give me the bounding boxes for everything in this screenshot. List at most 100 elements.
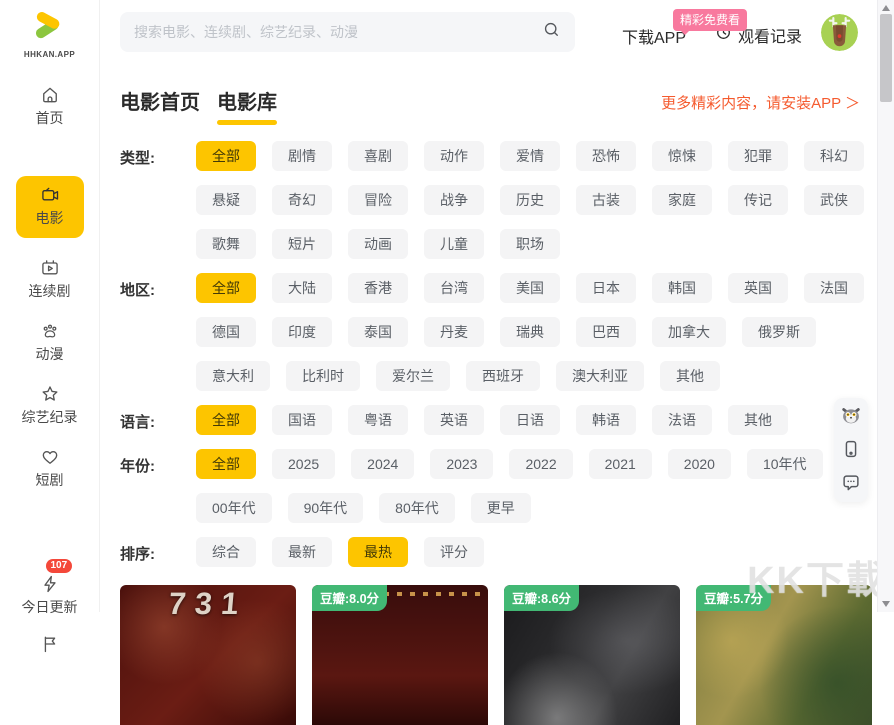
- filter-chip[interactable]: 00年代: [196, 493, 272, 523]
- filter-chip[interactable]: 国语: [272, 405, 332, 435]
- filter-chip[interactable]: 英语: [424, 405, 484, 435]
- filter-chip[interactable]: 美国: [500, 273, 560, 303]
- filter-chip[interactable]: 家庭: [652, 185, 712, 215]
- app-logo[interactable]: HHKAN.APP: [24, 8, 75, 59]
- filter-chip[interactable]: 日语: [500, 405, 560, 435]
- page-scrollbar[interactable]: [877, 0, 894, 612]
- filter-chip[interactable]: 2020: [667, 449, 731, 479]
- movie-poster[interactable]: 豆瓣:8.6分: [504, 585, 680, 725]
- filter-chip[interactable]: 悬疑: [196, 185, 256, 215]
- install-app-link[interactable]: 更多精彩内容，请安装APP ＞: [661, 92, 860, 113]
- filter-chip[interactable]: 西班牙: [466, 361, 540, 391]
- filter-chip[interactable]: 其他: [728, 405, 788, 435]
- filter-chip[interactable]: 儿童: [424, 229, 484, 259]
- filter-chip[interactable]: 德国: [196, 317, 256, 347]
- filter-chip[interactable]: 瑞典: [500, 317, 560, 347]
- filter-chip[interactable]: 犯罪: [728, 141, 788, 171]
- filter-chip[interactable]: 韩语: [576, 405, 636, 435]
- scrollbar-up-arrow-icon[interactable]: [882, 5, 890, 11]
- movie-poster[interactable]: 豆瓣:8.0分: [312, 585, 488, 725]
- filter-chip[interactable]: 意大利: [196, 361, 270, 391]
- filter-chip[interactable]: 巴西: [576, 317, 636, 347]
- home-icon: [40, 85, 60, 105]
- filter-chip[interactable]: 武侠: [804, 185, 864, 215]
- filter-chip[interactable]: 剧情: [272, 141, 332, 171]
- avatar[interactable]: [821, 14, 858, 51]
- filter-chip[interactable]: 奇幻: [272, 185, 332, 215]
- filter-chip[interactable]: 2021: [588, 449, 652, 479]
- filter-chip[interactable]: 动作: [424, 141, 484, 171]
- tab-movie-home[interactable]: 电影首页: [120, 86, 200, 125]
- filter-chip[interactable]: 最新: [272, 537, 332, 567]
- chat-widget-icon[interactable]: [840, 472, 862, 494]
- filter-chip[interactable]: 冒险: [348, 185, 408, 215]
- filter-chip[interactable]: 丹麦: [424, 317, 484, 347]
- filter-chip[interactable]: 80年代: [379, 493, 455, 523]
- filter-chip[interactable]: 台湾: [424, 273, 484, 303]
- sidebar-item-movies[interactable]: 电影: [15, 176, 84, 238]
- filter-chip[interactable]: 全部: [196, 141, 256, 171]
- filter-chip[interactable]: 2025: [272, 449, 336, 479]
- sidebar-item-variety[interactable]: 综艺纪录: [22, 384, 78, 427]
- filter-chip[interactable]: 2023: [430, 449, 494, 479]
- filter-chip[interactable]: 10年代: [746, 449, 823, 479]
- filter-chip[interactable]: 科幻: [804, 141, 864, 171]
- filter-chip[interactable]: 恐怖: [576, 141, 636, 171]
- tab-movie-library[interactable]: 电影库: [217, 86, 277, 125]
- filter-chip[interactable]: 法国: [804, 273, 864, 303]
- filter-chip[interactable]: 评分: [424, 537, 484, 567]
- sidebar-item-shorts[interactable]: 短剧: [36, 447, 64, 490]
- filter-chip[interactable]: 综合: [196, 537, 256, 567]
- movie-poster[interactable]: 豆瓣:5.7分: [696, 585, 872, 725]
- sidebar-item-series[interactable]: 连续剧: [29, 258, 71, 301]
- filter-chip[interactable]: 2022: [509, 449, 573, 479]
- filter-chip[interactable]: 爱情: [500, 141, 560, 171]
- sidebar-item-anime[interactable]: 动漫: [36, 321, 64, 364]
- filter-chip[interactable]: 印度: [272, 317, 332, 347]
- scrollbar-down-arrow-icon[interactable]: [882, 601, 890, 607]
- filter-chip[interactable]: 传记: [728, 185, 788, 215]
- filter-chip[interactable]: 其他: [660, 361, 720, 391]
- filter-chip[interactable]: 加拿大: [652, 317, 726, 347]
- filter-chip[interactable]: 全部: [196, 273, 256, 303]
- filter-chip[interactable]: 大陆: [272, 273, 332, 303]
- search-icon[interactable]: [542, 20, 561, 44]
- filter-chip[interactable]: 粤语: [348, 405, 408, 435]
- filter-chip[interactable]: 短片: [272, 229, 332, 259]
- search-input[interactable]: [134, 24, 542, 40]
- phone-widget-icon[interactable]: [840, 438, 862, 460]
- filter-chip[interactable]: 惊悚: [652, 141, 712, 171]
- movie-poster[interactable]: 731: [120, 585, 296, 725]
- filter-chip[interactable]: 最热: [348, 537, 408, 567]
- sidebar-item-home[interactable]: 首页: [36, 85, 64, 128]
- filter-chip[interactable]: 泰国: [348, 317, 408, 347]
- filter-chip[interactable]: 全部: [196, 449, 256, 479]
- filter-chip[interactable]: 古装: [576, 185, 636, 215]
- filter-chip[interactable]: 日本: [576, 273, 636, 303]
- filter-chip[interactable]: 俄罗斯: [742, 317, 816, 347]
- paw-icon: [40, 321, 60, 341]
- filter-chip[interactable]: 韩国: [652, 273, 712, 303]
- douban-rating-badge: 豆瓣:8.0分: [312, 585, 388, 611]
- filter-chip[interactable]: 战争: [424, 185, 484, 215]
- filter-chip[interactable]: 喜剧: [348, 141, 408, 171]
- filter-chip[interactable]: 动画: [348, 229, 408, 259]
- filter-chip[interactable]: 歌舞: [196, 229, 256, 259]
- sidebar-item-today-update[interactable]: 107 今日更新: [22, 559, 78, 617]
- filter-chip[interactable]: 历史: [500, 185, 560, 215]
- filter-chip[interactable]: 90年代: [287, 493, 364, 523]
- filter-chip[interactable]: 英国: [728, 273, 788, 303]
- mascot-widget[interactable]: [840, 404, 862, 426]
- filter-chip[interactable]: 爱尔兰: [376, 361, 450, 391]
- filter-chip[interactable]: 澳大利亚: [556, 361, 644, 391]
- filter-chip[interactable]: 比利时: [286, 361, 360, 391]
- scrollbar-thumb[interactable]: [880, 14, 892, 102]
- filter-chip[interactable]: 全部: [196, 405, 256, 435]
- sidebar-item-flag[interactable]: [40, 634, 60, 654]
- filter-chip[interactable]: 职场: [500, 229, 560, 259]
- filter-chip[interactable]: 法语: [652, 405, 712, 435]
- filter-chip[interactable]: 香港: [348, 273, 408, 303]
- filter-chip[interactable]: 更早: [470, 493, 531, 523]
- filter-chip[interactable]: 2024: [351, 449, 415, 479]
- search-box[interactable]: [120, 12, 575, 52]
